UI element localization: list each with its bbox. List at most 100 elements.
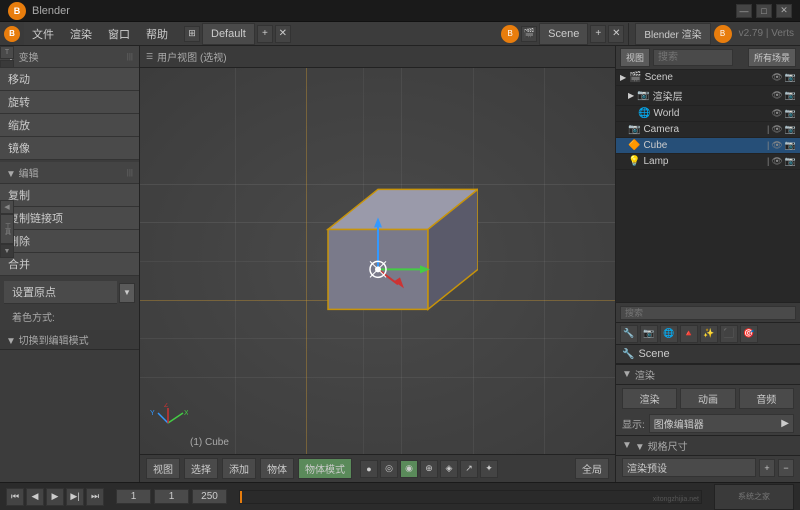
cube-sel-icon[interactable]: 📷 — [785, 140, 796, 151]
side-nav-2[interactable]: 工具 — [0, 214, 14, 244]
mirror-button[interactable]: 镜像 — [0, 137, 139, 160]
cube-render-icon[interactable]: 👁 — [771, 140, 782, 151]
layer-vis-icon[interactable]: 👁 — [771, 90, 782, 101]
outliner-item-scene[interactable]: ▶ 🎬 Scene 👁 📷 — [616, 70, 800, 86]
side-icon-1[interactable]: T — [0, 46, 14, 59]
object-button[interactable]: 物体 — [260, 458, 294, 479]
current-frame-input[interactable] — [154, 489, 189, 504]
prop-tab-material[interactable]: ✨ — [700, 325, 718, 343]
render-preset-input[interactable]: 渲染预设 — [622, 458, 756, 477]
viewport-icon-2[interactable]: ◎ — [380, 460, 398, 478]
scale-section-header[interactable]: ▼ ▼ 规格尺寸 — [616, 435, 800, 456]
menu-window[interactable]: 窗口 — [100, 22, 138, 45]
camera-render-icon[interactable]: 👁 — [771, 124, 782, 135]
join-button[interactable]: 合并 — [0, 253, 139, 276]
prop-tab-constraint[interactable]: 🎯 — [740, 325, 758, 343]
viewport-menu-icon[interactable]: ☰ — [146, 52, 153, 61]
outliner-item-renderlayer[interactable]: ▶ 📷 渲染层 👁 📷 — [616, 86, 800, 106]
play-end-btn[interactable]: ⏭ — [86, 488, 104, 506]
menu-render[interactable]: 渲染 — [62, 22, 100, 45]
duplicate-link-button[interactable]: 复制链接项 — [0, 207, 139, 230]
lamp-sel-icon[interactable]: 📷 — [785, 156, 796, 167]
viewport-icon-1[interactable]: ● — [360, 460, 378, 478]
scene-close-button[interactable]: ✕ — [608, 25, 624, 43]
search-input[interactable] — [653, 49, 733, 66]
outliner-item-cube[interactable]: 🔶 Cube | 👁 📷 — [616, 138, 800, 154]
prop-tab-camera[interactable]: 📷 — [640, 325, 658, 343]
select-button[interactable]: 选择 — [184, 458, 218, 479]
outliner-item-world[interactable]: 🌐 World 👁 📷 — [616, 106, 800, 122]
global-button[interactable]: 全局 — [575, 458, 609, 479]
workspace-add-button[interactable]: + — [257, 25, 273, 43]
next-frame-btn[interactable]: ▶| — [66, 488, 84, 506]
viewport-icon-5[interactable]: ◈ — [440, 460, 458, 478]
scale-button[interactable]: 缩放 — [0, 114, 139, 137]
preset-del-btn[interactable]: − — [778, 459, 794, 477]
camera-vis-icon[interactable]: | — [767, 124, 769, 135]
camera-sel-icon[interactable]: 📷 — [785, 124, 796, 135]
right-panel: 视图 所有场景 ▶ 🎬 Scene 👁 📷 ▶ 📷 渲染层 — [615, 46, 800, 482]
delete-button[interactable]: 删除 — [0, 230, 139, 253]
lamp-vis-icon[interactable]: | — [767, 156, 769, 167]
viewport-icon-4[interactable]: ⊕ — [420, 460, 438, 478]
frame-label: 帧范围: — [761, 481, 794, 482]
render-btn[interactable]: 渲染 — [622, 388, 677, 409]
menu-file[interactable]: 文件 — [24, 22, 62, 45]
workspace-close-button[interactable]: ✕ — [275, 25, 291, 43]
move-button[interactable]: 移动 — [0, 68, 139, 91]
render-icon[interactable]: 📷 — [785, 72, 796, 83]
menu-help[interactable]: 帮助 — [138, 22, 176, 45]
side-nav-1[interactable]: ◀ — [0, 200, 14, 214]
edit-section-header[interactable]: ▼ 编辑 ||| — [0, 162, 139, 184]
render-engine-selector[interactable]: Blender 渲染 — [635, 23, 710, 45]
duplicate-button[interactable]: 复制 — [0, 184, 139, 207]
viewport-icon-3[interactable]: ◉ — [400, 460, 418, 478]
preset-add-btn[interactable]: + — [759, 459, 775, 477]
end-frame-input[interactable] — [192, 489, 227, 504]
prop-tab-object[interactable]: 🔺 — [680, 325, 698, 343]
maximize-button[interactable]: □ — [756, 4, 772, 18]
add-button[interactable]: 添加 — [222, 458, 256, 479]
prop-tab-world[interactable]: 🌐 — [660, 325, 678, 343]
start-frame-input[interactable] — [116, 489, 151, 504]
lamp-render-icon[interactable]: 👁 — [771, 156, 782, 167]
world-render-icon[interactable]: 📷 — [785, 108, 796, 119]
set-origin-button[interactable]: 设置原点 — [4, 281, 117, 304]
view-button[interactable]: 视图 — [146, 458, 180, 479]
workspace-selector[interactable]: Default — [202, 23, 255, 45]
viewport-icon-7[interactable]: ✦ — [480, 460, 498, 478]
minimize-button[interactable]: — — [736, 4, 752, 18]
display-selector[interactable]: 图像编辑器 ▶ — [649, 414, 794, 433]
tab-all-scenes[interactable]: 所有场景 — [748, 48, 796, 67]
world-vis-icon[interactable]: 👁 — [771, 108, 782, 119]
outliner-item-lamp[interactable]: 💡 Lamp | 👁 📷 — [616, 154, 800, 170]
scene-add-button[interactable]: + — [590, 25, 606, 43]
prop-tab-data[interactable]: ⬛ — [720, 325, 738, 343]
display-expand-icon: ▶ — [781, 418, 789, 429]
side-nav-3[interactable]: ▼ — [0, 244, 14, 258]
cube-vis-icon[interactable]: | — [767, 140, 769, 151]
audio-btn[interactable]: 音频 — [739, 388, 794, 409]
play-btn[interactable]: ▶ — [46, 488, 64, 506]
transform-section-header[interactable]: ▼ 变换 ||| — [0, 46, 139, 68]
timeline-bar[interactable]: xitongzhijia.net — [239, 490, 702, 504]
properties-search-input[interactable] — [620, 306, 796, 320]
mode-button[interactable]: 物体模式 — [298, 458, 352, 479]
close-button[interactable]: ✕ — [776, 4, 792, 18]
outliner-item-camera[interactable]: 📷 Camera | 👁 📷 — [616, 122, 800, 138]
rotate-button[interactable]: 旋转 — [0, 91, 139, 114]
viewport-icon-6[interactable]: ↗ — [460, 460, 478, 478]
set-origin-dropdown[interactable]: ▼ — [119, 283, 135, 303]
visibility-icon[interactable]: 👁 — [771, 72, 782, 83]
layer-name: 渲染层 — [653, 88, 683, 103]
play-start-btn[interactable]: ⏮ — [6, 488, 24, 506]
scene-selector[interactable]: Scene — [539, 23, 588, 45]
viewport-canvas[interactable]: X Y Z (1) Cube — [140, 68, 615, 454]
prop-tab-render[interactable]: 🔧 — [620, 325, 638, 343]
animation-btn[interactable]: 动画 — [680, 388, 735, 409]
render-section-header[interactable]: ▼ 渲染 — [616, 364, 800, 385]
prev-frame-btn[interactable]: ◀ — [26, 488, 44, 506]
layer-render-icon[interactable]: 📷 — [785, 90, 796, 101]
tab-view[interactable]: 视图 — [620, 48, 650, 67]
switch-mode-button[interactable]: ▼ 切换到编辑模式 — [0, 330, 139, 350]
